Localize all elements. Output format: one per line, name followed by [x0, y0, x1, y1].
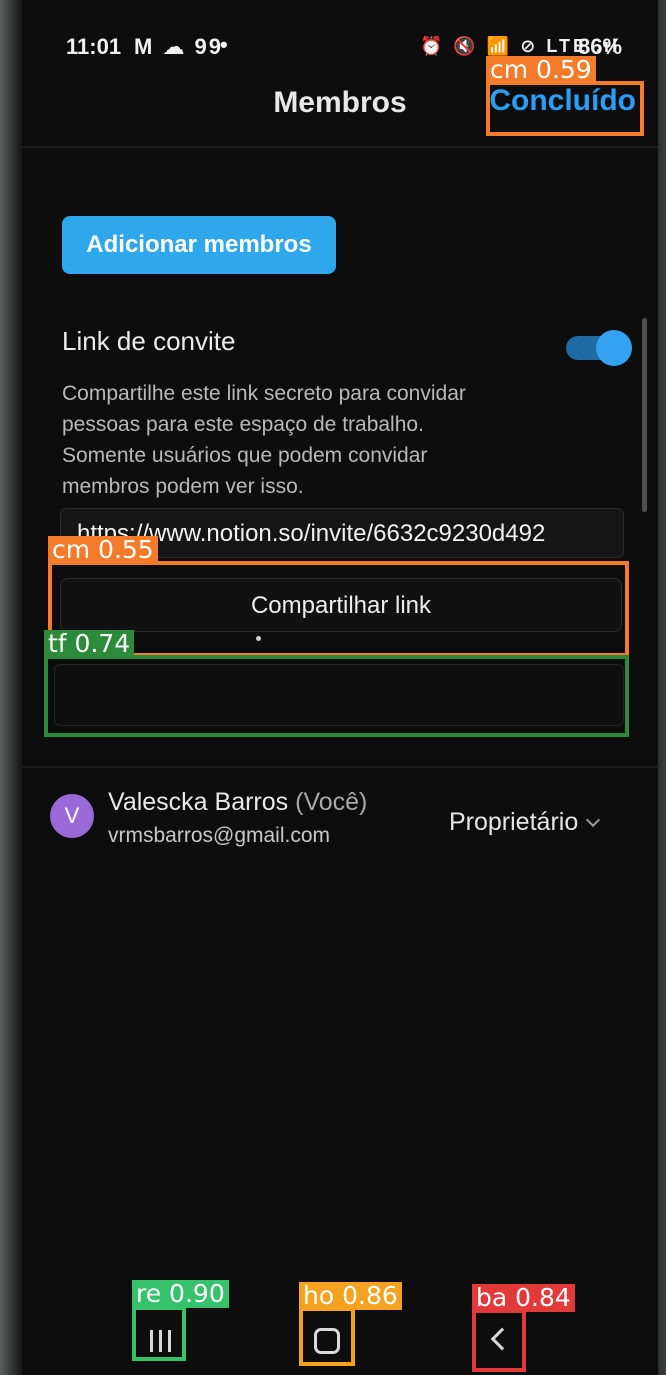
notification-dot: • [220, 32, 228, 57]
scrollbar[interactable] [642, 318, 647, 512]
detection-label-field: tf 0.74 [44, 630, 135, 658]
recents-icon[interactable] [138, 1318, 184, 1364]
invite-link-toggle[interactable] [562, 328, 634, 368]
app-header: Membros Concluído [22, 78, 658, 138]
detection-label-done: cm 0.59 [486, 56, 596, 84]
chevron-down-icon [586, 812, 601, 828]
member-name: Valescka Barros [108, 788, 289, 816]
member-email: vrmsbarros@gmail.com [108, 824, 331, 847]
status-time: 11:01 [66, 34, 122, 59]
text-field[interactable] [54, 664, 624, 726]
detection-label-recents: re 0.90 [132, 1280, 229, 1308]
home-icon[interactable] [302, 1318, 352, 1364]
avatar: V [50, 794, 94, 838]
invite-link-label: Link de convite [62, 326, 236, 356]
notification-icons: M ☁ 99 [134, 34, 224, 59]
invite-description: Compartilhe este link secreto para convi… [62, 382, 466, 498]
detection-label-back: ba 0.84 [472, 1284, 575, 1312]
members-divider [22, 766, 658, 768]
role-dropdown[interactable]: Proprietário [449, 808, 601, 837]
member-you-tag: (Você) [295, 788, 368, 816]
header-divider [22, 146, 658, 148]
detection-label-share: cm 0.55 [48, 536, 158, 564]
member-name-line: Valescka Barros (Você) [108, 788, 367, 817]
back-icon[interactable] [476, 1318, 522, 1364]
share-link-button[interactable]: Compartilhar link [60, 578, 622, 632]
add-members-button[interactable]: Adicionar membros [62, 216, 336, 274]
detection-label-home: ho 0.86 [299, 1282, 402, 1310]
toggle-knob [596, 330, 632, 366]
dot-indicator [256, 636, 261, 641]
app-screen: 11:01 M ☁ 99 • ⏰ 🔇 📶 ⊘ LTE .ıl 86% Membr… [22, 0, 658, 1375]
role-label: Proprietário [449, 808, 579, 836]
done-button[interactable]: Concluído [489, 84, 636, 118]
member-row[interactable]: V Valescka Barros (Você) vrmsbarros@gmai… [22, 780, 658, 860]
